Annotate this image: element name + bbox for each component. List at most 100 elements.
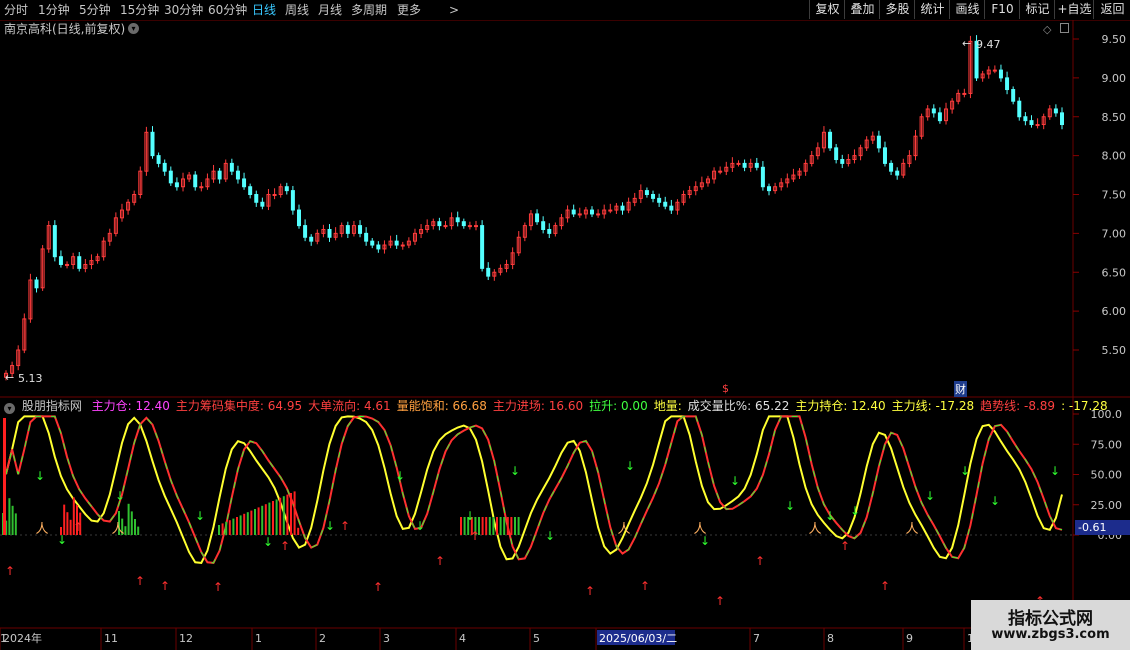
candle[interactable]	[895, 170, 900, 176]
candle[interactable]	[65, 263, 70, 266]
indicator-axis-tick: 50.00	[1091, 469, 1123, 482]
candle[interactable]	[248, 186, 253, 196]
candle[interactable]	[998, 69, 1003, 79]
candle[interactable]	[455, 217, 460, 223]
candle[interactable]	[882, 147, 887, 164]
candle[interactable]	[754, 162, 759, 168]
financial-marker[interactable]: 财	[954, 381, 967, 397]
candle[interactable]	[535, 213, 540, 223]
candle[interactable]	[1060, 112, 1064, 126]
candle[interactable]	[52, 225, 57, 258]
candle[interactable]	[577, 213, 582, 216]
candle[interactable]	[290, 190, 295, 211]
candle[interactable]	[467, 225, 472, 228]
candle[interactable]	[1023, 116, 1028, 122]
candle[interactable]	[1005, 77, 1010, 91]
candle[interactable]	[889, 162, 894, 172]
candle[interactable]	[443, 225, 448, 228]
candle[interactable]	[309, 236, 314, 242]
candle[interactable]	[150, 131, 155, 157]
signal-bar	[228, 520, 231, 535]
candle[interactable]	[651, 194, 656, 199]
candle[interactable]	[608, 209, 613, 212]
candle[interactable]	[876, 135, 881, 149]
candle[interactable]	[1011, 89, 1016, 102]
candle[interactable]	[303, 225, 308, 238]
candle[interactable]	[480, 225, 485, 269]
candle[interactable]	[370, 240, 375, 246]
candle[interactable]	[840, 159, 845, 164]
candle[interactable]	[962, 92, 967, 95]
candle[interactable]	[400, 244, 405, 247]
candle[interactable]	[1029, 120, 1034, 126]
candle[interactable]	[1017, 100, 1022, 118]
candle[interactable]	[58, 256, 63, 265]
legend-item-3: 量能饱和: 66.68	[396, 399, 487, 413]
candle[interactable]	[1035, 124, 1040, 127]
candle[interactable]	[834, 147, 839, 161]
candle[interactable]	[474, 225, 479, 228]
candle[interactable]	[77, 256, 82, 269]
candle[interactable]	[486, 267, 491, 277]
candle[interactable]	[931, 108, 936, 114]
candle[interactable]	[260, 201, 265, 207]
buy-arrow-icon: ↑	[640, 579, 650, 593]
candle[interactable]	[345, 225, 350, 234]
candle[interactable]	[162, 162, 167, 172]
chevron-down-icon[interactable]: ▾	[4, 403, 15, 414]
candle[interactable]	[541, 221, 546, 230]
candle[interactable]	[327, 228, 332, 238]
candle[interactable]	[992, 69, 997, 72]
candle[interactable]	[736, 162, 741, 165]
signal-bar	[279, 497, 282, 535]
candle[interactable]	[229, 162, 234, 172]
candle[interactable]	[547, 228, 552, 234]
candle[interactable]	[193, 174, 198, 188]
candle[interactable]	[596, 213, 601, 216]
candle[interactable]	[657, 197, 662, 203]
signal-bar	[286, 494, 289, 535]
candle[interactable]	[663, 201, 668, 207]
candle[interactable]	[156, 155, 161, 164]
candle[interactable]	[937, 112, 942, 122]
candle[interactable]	[461, 221, 466, 227]
candle[interactable]	[284, 186, 289, 192]
candle[interactable]	[242, 178, 247, 188]
indicator-name[interactable]: 股朋指标网	[22, 399, 82, 413]
candle[interactable]	[235, 170, 240, 180]
candle[interactable]	[589, 209, 594, 215]
candle[interactable]	[828, 131, 833, 149]
signal-bar	[254, 509, 256, 535]
signal-bar	[272, 501, 274, 535]
candle[interactable]	[620, 205, 625, 211]
dividend-marker[interactable]: $	[722, 382, 729, 395]
candle[interactable]	[394, 240, 399, 246]
candle[interactable]	[644, 190, 649, 196]
candle[interactable]	[358, 225, 363, 234]
legend-item-11: : -17.28	[1061, 399, 1108, 413]
candle[interactable]	[669, 205, 674, 211]
candle[interactable]	[254, 194, 259, 203]
candle[interactable]	[437, 221, 442, 227]
signal-bar	[246, 512, 249, 535]
candle[interactable]	[760, 166, 765, 188]
buy-arrow-icon: ↑	[470, 529, 480, 543]
signal-bar	[492, 517, 495, 535]
candle[interactable]	[168, 170, 173, 184]
candle[interactable]	[217, 170, 222, 180]
candle[interactable]	[767, 186, 772, 192]
candle[interactable]	[34, 279, 39, 289]
candle[interactable]	[376, 244, 381, 250]
candle[interactable]	[1053, 108, 1058, 114]
candle[interactable]	[742, 162, 747, 168]
candle[interactable]	[718, 170, 723, 173]
candle[interactable]	[571, 209, 576, 215]
candle[interactable]	[272, 194, 277, 196]
buy-arrow-icon: ↑	[340, 519, 350, 533]
kline-chart[interactable]: 9.50 9.00 8.50 8.00 7.50 7.00 6.50 6.00 5.50 ↑ ↑ ↑…	[0, 0, 1130, 650]
signal-bar	[264, 504, 267, 535]
candle[interactable]	[364, 232, 369, 242]
candle[interactable]	[296, 209, 301, 227]
candle[interactable]	[199, 186, 204, 189]
candle[interactable]	[174, 182, 179, 188]
